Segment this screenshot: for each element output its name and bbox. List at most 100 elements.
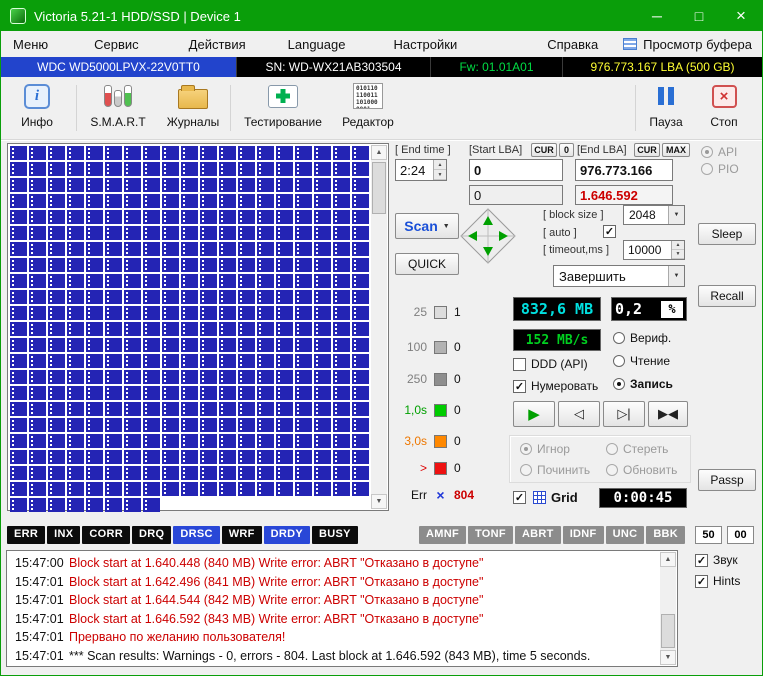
log-message: *** Scan results: Warnings - 0, errors -… — [69, 649, 590, 663]
meet-icon: ▶◀ — [658, 406, 678, 422]
scan-block — [162, 322, 179, 336]
log-message: Block start at 1.642.496 (841 MB) Write … — [69, 575, 483, 589]
scan-block — [162, 466, 179, 480]
quick-button[interactable]: QUICK — [395, 253, 459, 275]
scroll-up-icon[interactable]: ▲ — [371, 145, 387, 160]
scan-block — [238, 402, 255, 416]
test-button[interactable]: Тестирование — [237, 81, 329, 137]
scan-button[interactable]: Scan▼ — [395, 213, 459, 239]
timeout-spinner[interactable]: 10000 ▲▼ — [623, 240, 685, 260]
logs-button[interactable]: Журналы — [161, 81, 225, 137]
recall-button[interactable]: Recall — [698, 285, 756, 307]
start-lba-input[interactable]: 0 — [469, 159, 563, 181]
scan-block — [295, 194, 312, 208]
device-model[interactable]: WDC WD5000LPVX-22V0TT0 — [1, 57, 237, 77]
scan-block — [181, 434, 198, 448]
legend-row: 2500 — [391, 372, 461, 386]
meet-button[interactable]: ▶◀ — [648, 401, 688, 427]
scan-block — [276, 146, 293, 160]
scan-block — [86, 418, 103, 432]
numerate-checkbox[interactable]: Нумеровать — [513, 379, 598, 393]
mode-read-radio[interactable]: Чтение — [613, 354, 670, 368]
scan-block — [86, 386, 103, 400]
scroll-down-icon[interactable]: ▼ — [371, 494, 387, 509]
menu-item-2[interactable]: Действия — [179, 34, 256, 55]
scrollbar-thumb[interactable] — [372, 162, 386, 214]
mode-write-radio[interactable]: Запись — [613, 377, 673, 391]
maximize-button[interactable]: □ — [678, 1, 720, 31]
start-test-button[interactable]: ▶ — [513, 401, 555, 427]
editor-button[interactable]: 010110 110011 101000 0001 Редактор — [337, 81, 399, 137]
buffer-view-button[interactable]: Просмотр буфера — [623, 37, 752, 52]
on-end-action-select[interactable]: Завершить ▼ — [553, 265, 685, 287]
scan-block — [67, 162, 84, 176]
hints-checkbox[interactable]: Hints — [695, 574, 761, 588]
end-lba-input[interactable]: 976.773.166 — [575, 159, 673, 181]
scan-block — [181, 290, 198, 304]
end-time-spinner[interactable]: 2:24 ▲▼ — [395, 159, 447, 181]
scan-block — [162, 290, 179, 304]
scan-block — [124, 162, 141, 176]
block-size-select[interactable]: 2048 ▼ — [623, 205, 685, 225]
scan-block — [276, 386, 293, 400]
scan-block — [162, 162, 179, 176]
scan-block — [124, 210, 141, 224]
scan-block — [86, 258, 103, 272]
scan-block — [200, 402, 217, 416]
start-cur-button[interactable]: CUR — [531, 143, 557, 157]
speed-swatch — [434, 435, 447, 448]
scan-block — [181, 418, 198, 432]
end-cur-button[interactable]: CUR — [634, 143, 660, 157]
grid-checkbox[interactable] — [513, 491, 526, 504]
scrollbar-thumb[interactable] — [661, 614, 675, 648]
scan-block — [314, 370, 331, 384]
legend-row: 1000 — [391, 340, 461, 354]
log-line: 15:47:00Block start at 1.640.448 (840 MB… — [7, 554, 677, 573]
menu-item-4[interactable]: Настройки — [383, 34, 467, 55]
scan-block — [219, 178, 236, 192]
scan-block — [333, 402, 350, 416]
scan-block — [219, 466, 236, 480]
scan-block — [181, 322, 198, 336]
scan-block — [48, 242, 65, 256]
minimize-button[interactable]: ─ — [636, 1, 678, 31]
seek-dpad[interactable] — [459, 207, 517, 265]
menu-item-5[interactable]: Справка — [537, 34, 608, 55]
scroll-down-icon[interactable]: ▼ — [660, 650, 676, 665]
scan-block — [181, 242, 198, 256]
scan-block — [238, 338, 255, 352]
scan-block — [276, 306, 293, 320]
menu-items: Меню Сервис Действия Language Настройки Справ… — [1, 34, 608, 55]
scan-block — [86, 322, 103, 336]
start-zero-button[interactable]: 0 — [559, 143, 574, 157]
scan-block — [295, 434, 312, 448]
end-max-button[interactable]: MAX — [662, 143, 690, 157]
sound-checkbox[interactable]: Звук — [695, 553, 761, 567]
seek-next-button[interactable]: ▷| — [603, 401, 645, 427]
mode-verify-radio[interactable]: Вериф. — [613, 331, 671, 345]
sleep-button[interactable]: Sleep — [698, 223, 756, 245]
ddd-api-checkbox[interactable]: DDD (API) — [513, 357, 588, 371]
log-scrollbar[interactable]: ▲ ▼ — [660, 552, 676, 665]
menu-item-1[interactable]: Сервис — [84, 34, 149, 55]
block-count: 0 — [454, 372, 461, 386]
grid-scrollbar[interactable]: ▲ ▼ — [371, 145, 387, 509]
pause-button[interactable]: Пауза — [641, 81, 691, 137]
scroll-up-icon[interactable]: ▲ — [660, 552, 676, 567]
app-icon — [10, 8, 26, 24]
toolbar-separator — [76, 85, 77, 131]
menu-item-3[interactable]: Language — [278, 34, 356, 55]
smart-button[interactable]: S.M.A.R.T — [83, 81, 153, 137]
first-aid-icon — [268, 85, 298, 108]
passp-button[interactable]: Passp — [698, 469, 756, 491]
scan-block — [10, 194, 27, 208]
step-back-button[interactable]: ◁ — [558, 401, 600, 427]
auto-checkbox[interactable] — [603, 225, 616, 238]
stop-button[interactable]: × Стоп — [699, 81, 749, 137]
scan-block — [295, 178, 312, 192]
close-button[interactable]: × — [720, 1, 762, 31]
info-button[interactable]: i Инфо — [9, 81, 65, 137]
menu-item-0[interactable]: Меню — [3, 34, 58, 55]
scan-block — [143, 466, 160, 480]
scan-block — [333, 290, 350, 304]
